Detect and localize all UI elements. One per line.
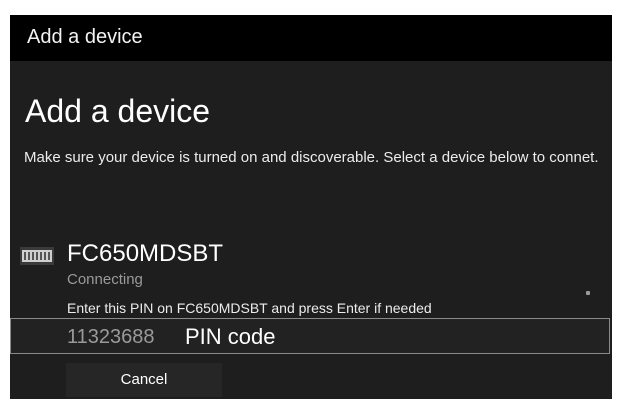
- page-title: Add a device: [25, 93, 211, 129]
- device-list-item[interactable]: FC650MDSBT Connecting Enter this PIN on …: [16, 230, 606, 322]
- pin-label: PIN code: [185, 324, 276, 349]
- device-status: Connecting: [67, 271, 143, 288]
- scroll-indicator: [586, 291, 590, 295]
- window-title: Add a device: [27, 26, 143, 48]
- pin-value: 11323688: [67, 326, 155, 348]
- instructions-text: Make sure your device is turned on and d…: [24, 149, 599, 166]
- device-name: FC650MDSBT: [67, 240, 224, 267]
- cancel-button[interactable]: Cancel: [66, 363, 222, 397]
- title-bar: Add a device: [10, 15, 612, 61]
- keyboard-icon: [20, 247, 54, 265]
- pin-instruction: Enter this PIN on FC650MDSBT and press E…: [67, 300, 432, 316]
- pin-input[interactable]: 11323688 PIN code: [10, 318, 610, 354]
- add-device-dialog: Add a device Add a device Make sure your…: [10, 15, 612, 399]
